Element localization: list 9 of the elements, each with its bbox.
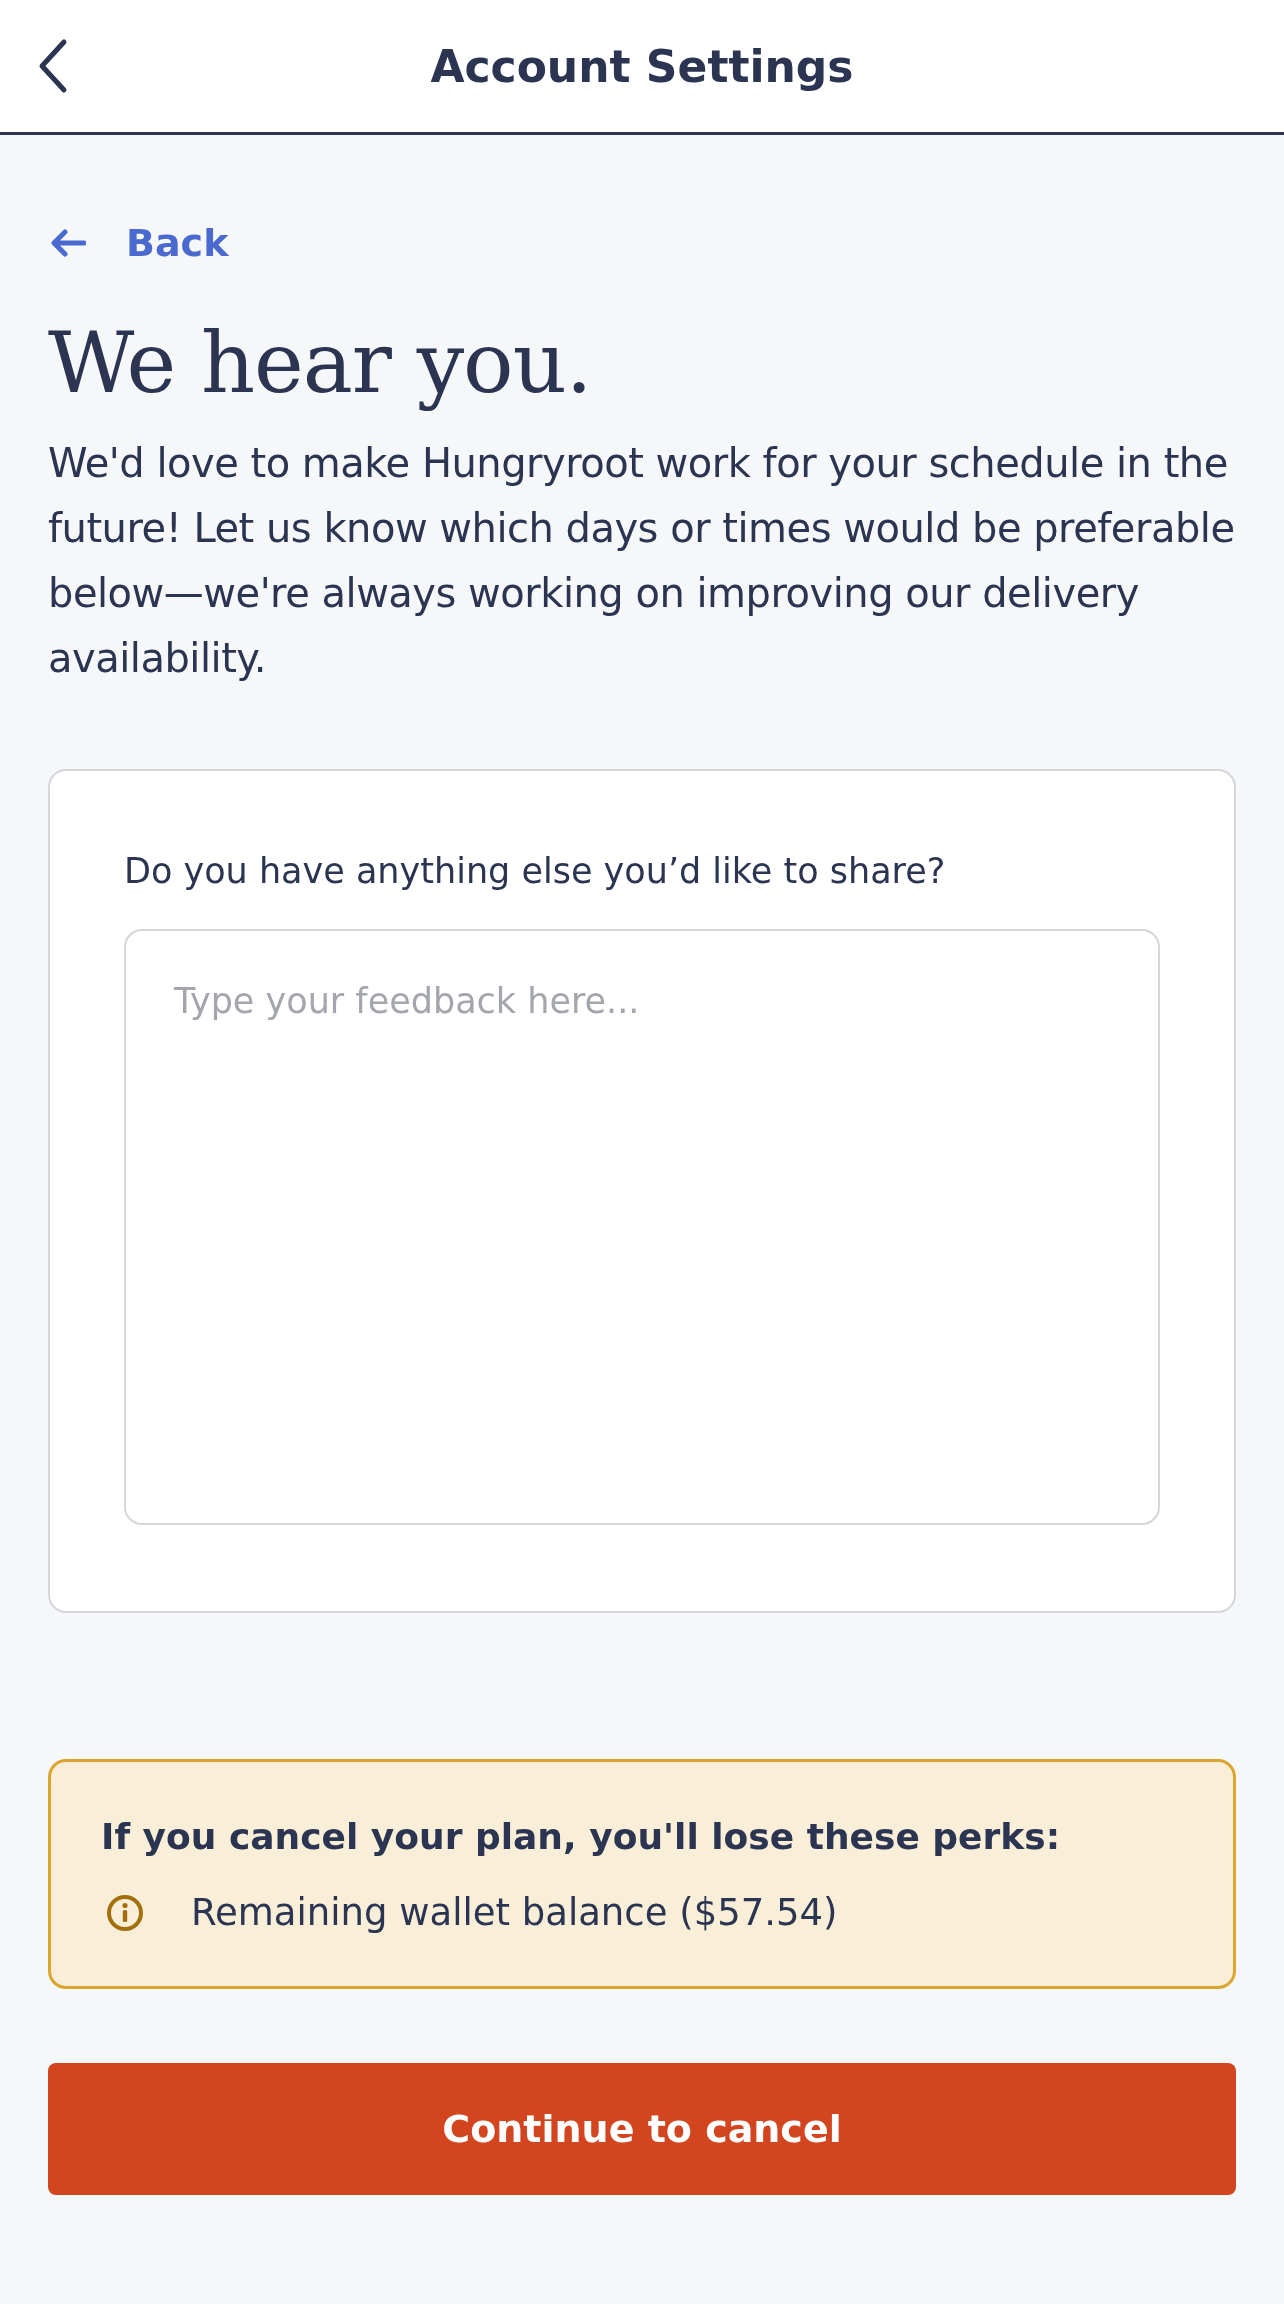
feedback-field[interactable]: Type your feedback here... bbox=[124, 929, 1160, 1526]
back-link[interactable]: Back bbox=[48, 221, 229, 265]
intro-text: We'd love to make Hungryroot work for your schedule in the future! Let us know which days or times would be preferable below—we're always working on improving our delivery availability. bbox=[48, 439, 1236, 684]
heading: We hear you. bbox=[48, 317, 593, 410]
continue-button[interactable]: Continue to cancel bbox=[48, 2063, 1236, 2196]
notice-title: If you cancel your plan, you'll lose these perks: bbox=[101, 1816, 1062, 1858]
question-label: Do you have anything else you’d like to share? bbox=[124, 851, 947, 892]
page-title: Account Settings bbox=[430, 40, 854, 92]
perk-text: Remaining wallet balance ($57.54) bbox=[191, 1891, 838, 1935]
